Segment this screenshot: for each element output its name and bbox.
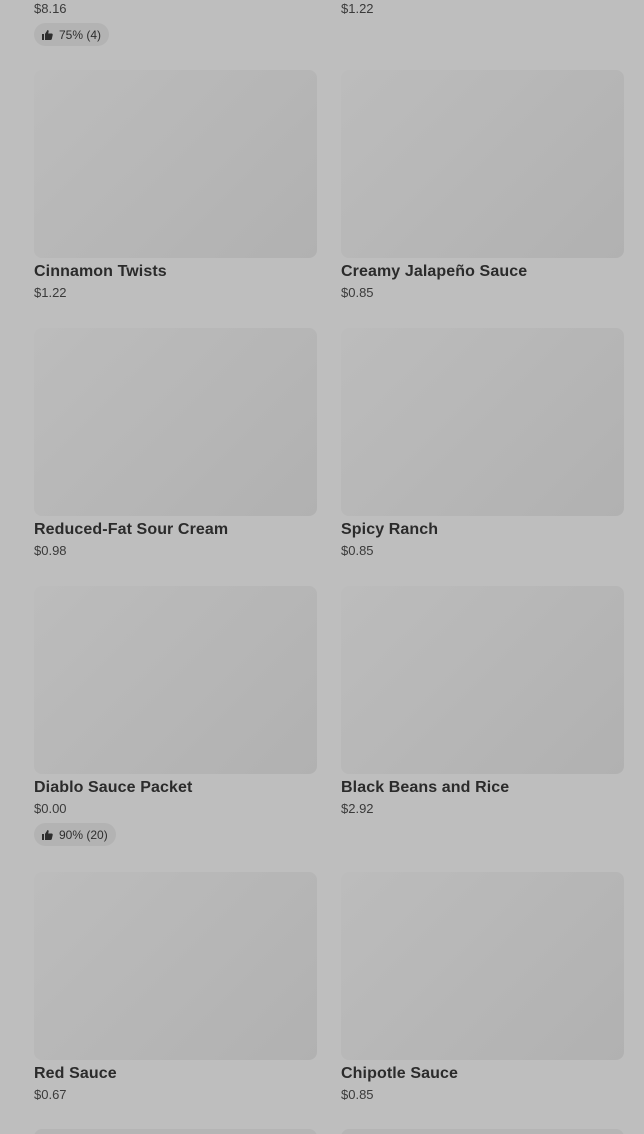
menu-item-card[interactable]: Creamy Jalapeño Sauce $0.85 (341, 70, 624, 301)
menu-item-card[interactable]: Black Beans and Rice $2.92 (341, 586, 624, 817)
item-price: $0.85 (341, 285, 374, 300)
thumbs-up-icon (42, 829, 53, 840)
item-price: $1.22 (341, 1, 374, 16)
item-price: $0.98 (34, 543, 67, 558)
item-image[interactable] (34, 872, 317, 1060)
item-price: $0.67 (34, 1087, 67, 1102)
item-image[interactable] (341, 328, 624, 516)
rating-badge: 75% (4) (34, 23, 110, 46)
item-price: $0.00 (34, 801, 67, 816)
menu-item-card[interactable]: $1.22 (341, 0, 624, 17)
thumbs-up-icon (42, 29, 53, 40)
menu-item-card[interactable]: Diablo Sauce Packet $0.00 90% (20) (34, 586, 317, 846)
item-image[interactable] (34, 1129, 317, 1134)
item-name: Chipotle Sauce (341, 1065, 458, 1082)
menu-grid: $8.16 75% (4) $1.22 Cinnamon Twists $1.2… (0, 0, 644, 1134)
item-name: Black Beans and Rice (341, 779, 510, 796)
item-name: Cinnamon Twists (34, 263, 167, 280)
item-price: $1.22 (34, 285, 67, 300)
item-price: $0.85 (341, 1087, 374, 1102)
item-image[interactable] (34, 328, 317, 516)
item-price: $2.92 (341, 801, 374, 816)
menu-item-card[interactable]: Red Sauce $0.67 (34, 872, 317, 1103)
menu-item-card[interactable]: Cinnamon Twists $1.22 (34, 70, 317, 301)
item-image[interactable] (34, 586, 317, 774)
item-price: $8.16 (34, 1, 67, 16)
rating-text: 90% (20) (59, 827, 108, 842)
item-image[interactable] (341, 70, 624, 258)
menu-item-card[interactable]: Reduced-Fat Sour Cream $0.98 (34, 328, 317, 559)
item-name: Diablo Sauce Packet (34, 779, 193, 796)
item-name: Red Sauce (34, 1065, 117, 1082)
item-name: Reduced-Fat Sour Cream (34, 521, 229, 538)
item-price: $0.85 (341, 543, 374, 558)
item-image[interactable] (341, 586, 624, 774)
menu-item-card[interactable]: $8.16 75% (4) (34, 0, 317, 46)
item-name: Spicy Ranch (341, 521, 439, 538)
rating-badge: 90% (20) (34, 823, 116, 846)
item-image[interactable] (341, 1129, 624, 1134)
menu-item-card[interactable]: Chipotle Sauce $0.85 (341, 872, 624, 1103)
item-name: Creamy Jalapeño Sauce (341, 263, 528, 280)
menu-item-card[interactable]: Spicy Ranch $0.85 (341, 328, 624, 559)
item-image[interactable] (34, 70, 317, 258)
rating-text: 75% (4) (59, 27, 102, 42)
item-image[interactable] (341, 872, 624, 1060)
